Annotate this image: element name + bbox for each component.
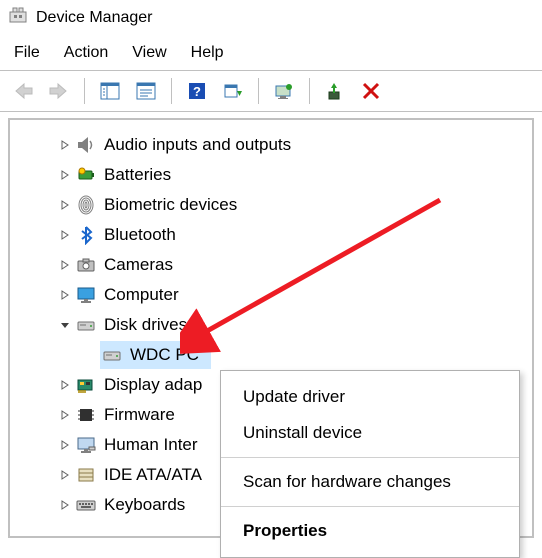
context-properties[interactable]: Properties — [221, 513, 519, 549]
chevron-right-icon[interactable] — [56, 496, 74, 514]
context-separator — [221, 457, 519, 458]
menu-file[interactable]: File — [14, 44, 40, 62]
toolbar-separator — [84, 78, 85, 104]
toolbar: ? — [0, 70, 542, 112]
fingerprint-icon — [74, 193, 98, 217]
tree-item-computer[interactable]: Computer — [30, 280, 526, 310]
tree-item-biometric[interactable]: Biometric devices — [30, 190, 526, 220]
details-pane-button[interactable] — [93, 75, 127, 107]
chevron-right-icon[interactable] — [56, 436, 74, 454]
chevron-right-icon[interactable] — [56, 376, 74, 394]
properties-pane-button[interactable] — [129, 75, 163, 107]
chevron-right-icon[interactable] — [56, 406, 74, 424]
tree-item-audio[interactable]: Audio inputs and outputs — [30, 130, 526, 160]
tree-item-disk-drives[interactable]: Disk drives — [30, 310, 526, 340]
help-button[interactable]: ? — [180, 75, 214, 107]
toolbar-separator — [258, 78, 259, 104]
back-button[interactable] — [6, 75, 40, 107]
chevron-right-icon[interactable] — [56, 256, 74, 274]
chevron-down-icon[interactable] — [56, 316, 74, 334]
menu-view[interactable]: View — [132, 44, 166, 62]
scan-hardware-button[interactable] — [216, 75, 250, 107]
menu-action[interactable]: Action — [64, 44, 108, 62]
context-uninstall-device[interactable]: Uninstall device — [221, 415, 519, 451]
window-title: Device Manager — [36, 9, 153, 27]
monitor-icon — [74, 283, 98, 307]
camera-icon — [74, 253, 98, 277]
hid-icon — [74, 433, 98, 457]
chevron-right-icon[interactable] — [56, 286, 74, 304]
speaker-icon — [74, 133, 98, 157]
chevron-right-icon[interactable] — [56, 136, 74, 154]
chevron-right-icon[interactable] — [56, 196, 74, 214]
forward-button[interactable] — [42, 75, 76, 107]
context-scan-hardware[interactable]: Scan for hardware changes — [221, 464, 519, 500]
bluetooth-icon — [74, 223, 98, 247]
tree-item-batteries[interactable]: Batteries — [30, 160, 526, 190]
context-separator — [221, 506, 519, 507]
context-menu: Update driver Uninstall device Scan for … — [220, 370, 520, 558]
menu-help[interactable]: Help — [191, 44, 224, 62]
svg-text:?: ? — [193, 84, 201, 99]
tree-item-disk-child[interactable]: WDC PC — [30, 340, 526, 370]
toolbar-separator — [171, 78, 172, 104]
context-update-driver[interactable]: Update driver — [221, 379, 519, 415]
menu-bar: File Action View Help — [0, 34, 542, 70]
chevron-right-icon[interactable] — [56, 466, 74, 484]
tree-item-bluetooth[interactable]: Bluetooth — [30, 220, 526, 250]
disable-button[interactable] — [354, 75, 388, 107]
chevron-right-icon[interactable] — [56, 166, 74, 184]
app-icon — [8, 6, 28, 30]
uninstall-button[interactable] — [318, 75, 352, 107]
keyboard-icon — [74, 493, 98, 517]
disk-drive-icon — [74, 313, 98, 337]
toolbar-separator — [309, 78, 310, 104]
tree-item-cameras[interactable]: Cameras — [30, 250, 526, 280]
disk-drive-icon — [100, 343, 124, 367]
title-bar: Device Manager — [0, 0, 542, 34]
chip-icon — [74, 403, 98, 427]
ide-controller-icon — [74, 463, 98, 487]
chevron-right-icon[interactable] — [56, 226, 74, 244]
display-adapter-icon — [74, 373, 98, 397]
battery-icon — [74, 163, 98, 187]
update-driver-button[interactable] — [267, 75, 301, 107]
